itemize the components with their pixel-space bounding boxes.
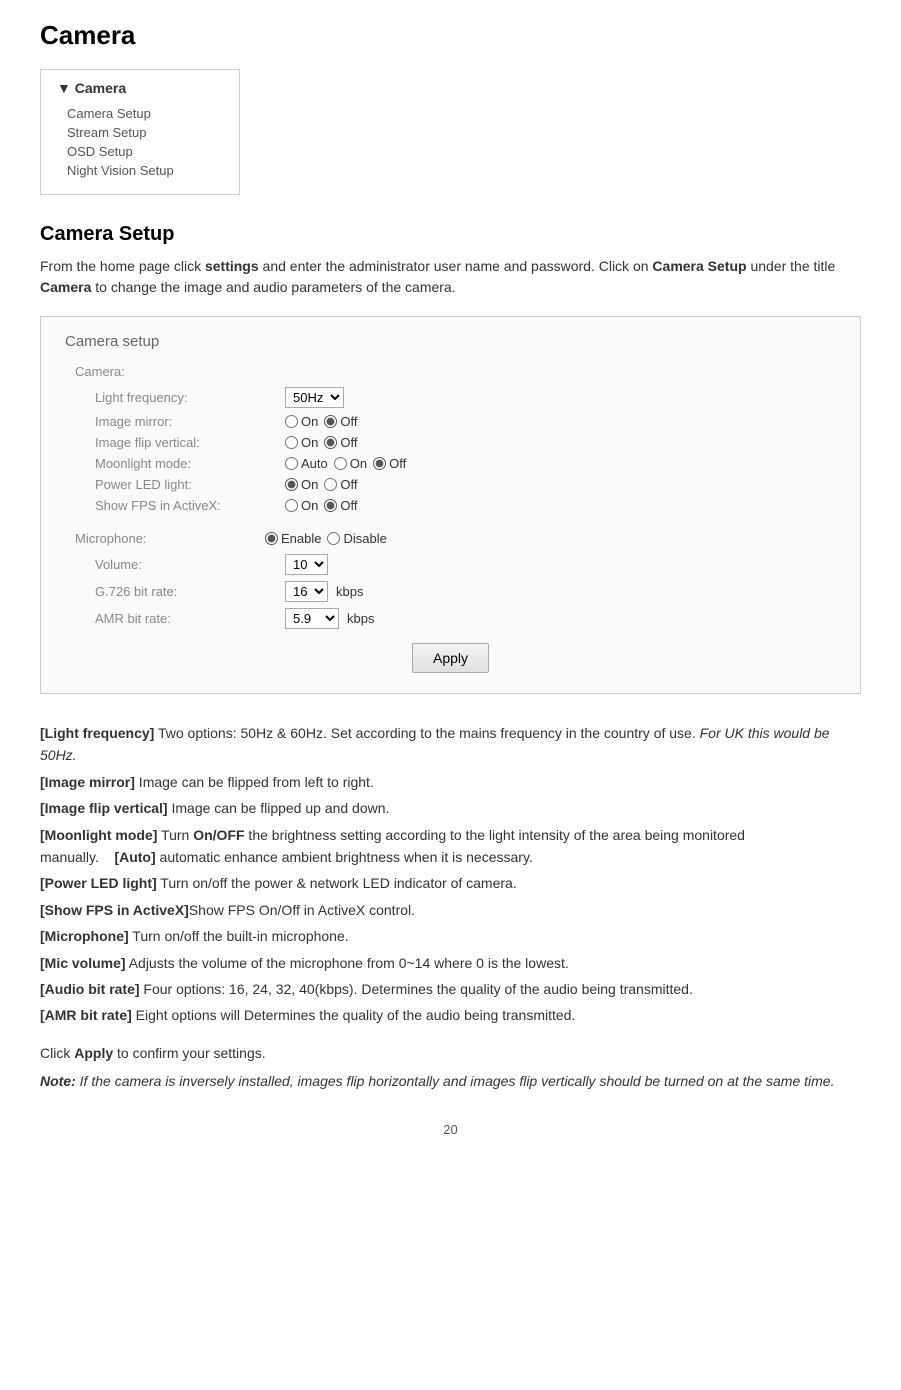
fps-row: Show FPS in ActiveX: On Off (65, 498, 836, 513)
fps-on-label[interactable]: On (285, 498, 318, 513)
power-led-control: On Off (285, 477, 357, 492)
image-flip-on-radio[interactable] (285, 436, 298, 449)
moonlight-on-label[interactable]: On (334, 456, 367, 471)
fps-label: Show FPS in ActiveX: (95, 498, 285, 513)
image-mirror-on-label[interactable]: On (285, 414, 318, 429)
camera-section-label: Camera: (65, 364, 836, 379)
moonlight-off-label[interactable]: Off (373, 456, 406, 471)
moonlight-row: Moonlight mode: Auto On Off (65, 456, 836, 471)
desc-power-led: [Power LED light] Turn on/off the power … (40, 872, 861, 894)
moonlight-auto-radio[interactable] (285, 457, 298, 470)
nav-box: ▼ Camera Camera Setup Stream Setup OSD S… (40, 69, 240, 195)
g726-row: G.726 bit rate: 16243240 kbps (65, 581, 836, 602)
image-flip-control: On Off (285, 435, 357, 450)
amr-row: AMR bit rate: 5.94.755.156.7 7.47.9510.2… (65, 608, 836, 629)
microphone-enable-label[interactable]: Enable (265, 531, 321, 546)
power-led-label: Power LED light: (95, 477, 285, 492)
image-mirror-control: On Off (285, 414, 357, 429)
section-title: Camera Setup (40, 223, 861, 246)
sidebar-item-osd-setup[interactable]: OSD Setup (57, 142, 223, 161)
image-mirror-row: Image mirror: On Off (65, 414, 836, 429)
image-mirror-off-radio[interactable] (324, 415, 337, 428)
g726-control: 16243240 kbps (285, 581, 363, 602)
microphone-disable-radio[interactable] (327, 532, 340, 545)
moonlight-on-radio[interactable] (334, 457, 347, 470)
note-text: Note: If the camera is inversely install… (40, 1071, 861, 1092)
desc-audio-bit-rate: [Audio bit rate] Four options: 16, 24, 3… (40, 978, 861, 1000)
g726-select[interactable]: 16243240 (285, 581, 328, 602)
image-flip-label: Image flip vertical: (95, 435, 285, 450)
image-flip-row: Image flip vertical: On Off (65, 435, 836, 450)
image-mirror-off-label[interactable]: Off (324, 414, 357, 429)
fps-off-radio[interactable] (324, 499, 337, 512)
desc-image-flip: [Image flip vertical] Image can be flipp… (40, 797, 861, 819)
amr-select[interactable]: 5.94.755.156.7 7.47.9510.212.2 (285, 608, 339, 629)
moonlight-label: Moonlight mode: (95, 456, 285, 471)
g726-label: G.726 bit rate: (95, 584, 285, 599)
page-title: Camera (40, 20, 861, 51)
microphone-section-row: Microphone: Enable Disable (65, 531, 836, 546)
apply-row: Apply (65, 643, 836, 673)
image-flip-off-radio[interactable] (324, 436, 337, 449)
g726-kbps: kbps (336, 584, 363, 599)
click-apply-text: Click Apply to confirm your settings. (40, 1045, 861, 1061)
apply-button[interactable]: Apply (412, 643, 489, 673)
light-frequency-row: Light frequency: 50Hz 60Hz (65, 387, 836, 408)
intro-text: From the home page click settings and en… (40, 256, 861, 298)
moonlight-off-radio[interactable] (373, 457, 386, 470)
desc-fps: [Show FPS in ActiveX]Show FPS On/Off in … (40, 899, 861, 921)
moonlight-auto-label[interactable]: Auto (285, 456, 328, 471)
fps-on-radio[interactable] (285, 499, 298, 512)
power-led-off-radio[interactable] (324, 478, 337, 491)
image-mirror-on-radio[interactable] (285, 415, 298, 428)
volume-select[interactable]: 10012 3456 78911 121314 (285, 554, 328, 575)
camera-setup-box: Camera setup Camera: Light frequency: 50… (40, 316, 861, 694)
sidebar-item-night-vision-setup[interactable]: Night Vision Setup (57, 161, 223, 180)
light-frequency-label: Light frequency: (95, 390, 285, 405)
desc-light-freq: [Light frequency] Two options: 50Hz & 60… (40, 722, 861, 767)
volume-label: Volume: (95, 557, 285, 572)
desc-image-mirror: [Image mirror] Image can be flipped from… (40, 771, 861, 793)
fps-control: On Off (285, 498, 357, 513)
volume-control: 10012 3456 78911 121314 (285, 554, 328, 575)
desc-microphone: [Microphone] Turn on/off the built-in mi… (40, 925, 861, 947)
power-led-on-radio[interactable] (285, 478, 298, 491)
sidebar-item-camera-setup[interactable]: Camera Setup (57, 104, 223, 123)
setup-box-title: Camera setup (65, 333, 836, 350)
light-frequency-control: 50Hz 60Hz (285, 387, 344, 408)
page-number: 20 (40, 1122, 861, 1137)
desc-moonlight: [Moonlight mode] Turn On/OFF the brightn… (40, 824, 861, 869)
descriptions-block: [Light frequency] Two options: 50Hz & 60… (40, 722, 861, 1027)
nav-header: ▼ Camera (57, 80, 223, 96)
moonlight-control: Auto On Off (285, 456, 406, 471)
fps-off-label[interactable]: Off (324, 498, 357, 513)
microphone-disable-label[interactable]: Disable (327, 531, 386, 546)
power-led-off-label[interactable]: Off (324, 477, 357, 492)
image-flip-on-label[interactable]: On (285, 435, 318, 450)
sidebar-item-stream-setup[interactable]: Stream Setup (57, 123, 223, 142)
amr-label: AMR bit rate: (95, 611, 285, 626)
microphone-enable-control: Enable Disable (265, 531, 387, 546)
image-mirror-label: Image mirror: (95, 414, 285, 429)
microphone-enable-radio[interactable] (265, 532, 278, 545)
microphone-section-label: Microphone: (75, 531, 265, 546)
amr-control: 5.94.755.156.7 7.47.9510.212.2 kbps (285, 608, 374, 629)
amr-kbps: kbps (347, 611, 374, 626)
power-led-row: Power LED light: On Off (65, 477, 836, 492)
image-flip-off-label[interactable]: Off (324, 435, 357, 450)
light-frequency-select[interactable]: 50Hz 60Hz (285, 387, 344, 408)
desc-mic-volume: [Mic volume] Adjusts the volume of the m… (40, 952, 861, 974)
volume-row: Volume: 10012 3456 78911 121314 (65, 554, 836, 575)
desc-amr-bit-rate: [AMR bit rate] Eight options will Determ… (40, 1004, 861, 1026)
power-led-on-label[interactable]: On (285, 477, 318, 492)
